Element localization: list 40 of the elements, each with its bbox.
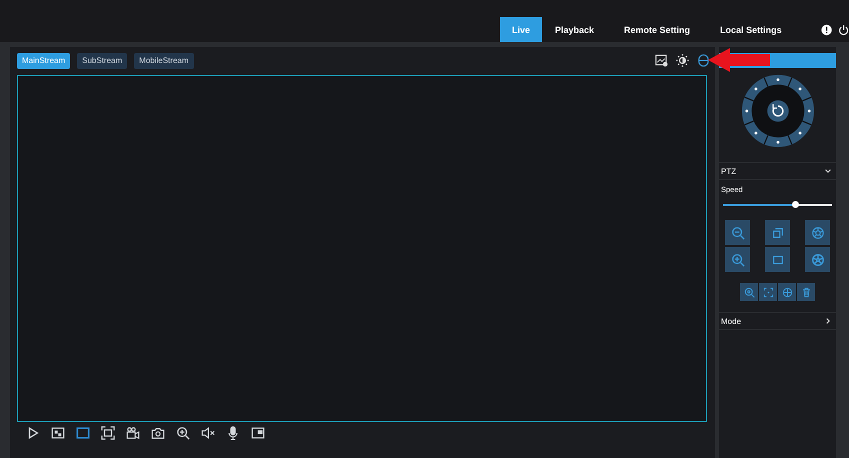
play-icon[interactable] (26, 426, 40, 440)
zoom-out-icon (730, 226, 744, 240)
slider-thumb[interactable] (792, 201, 799, 208)
iris-close-button[interactable] (805, 247, 830, 272)
power-icon[interactable] (838, 24, 849, 36)
mute-icon[interactable] (201, 426, 215, 440)
aperture-icon (810, 226, 824, 240)
alert-icon[interactable] (820, 24, 832, 36)
zoom-in-icon (730, 252, 744, 266)
pip-icon[interactable] (251, 426, 265, 440)
ptz-section-header[interactable]: PTZ (719, 162, 836, 180)
stream-button[interactable]: MobileStream (134, 52, 194, 68)
aperture-icon (810, 252, 824, 266)
zoom-in-button[interactable] (725, 247, 750, 272)
focus-near-button[interactable] (765, 247, 790, 272)
fullscreen-icon[interactable] (101, 426, 115, 440)
square-icon[interactable] (76, 426, 90, 440)
arrow-annotation (708, 48, 770, 72)
nav-tab[interactable]: Remote Setting (611, 17, 704, 42)
image-settings-icon[interactable] (655, 54, 668, 67)
nav-tab[interactable]: Local Settings (707, 17, 795, 42)
record-icon[interactable] (126, 426, 140, 440)
dome-camera-icon[interactable] (697, 54, 710, 67)
trash-icon[interactable] (797, 283, 815, 301)
crosshair-icon[interactable] (778, 283, 796, 301)
zoom-out-button[interactable] (725, 220, 750, 245)
window-icon[interactable] (51, 426, 65, 440)
focus-far-button[interactable] (765, 220, 790, 245)
overlapping-squares-icon (770, 226, 784, 240)
stream-button[interactable]: SubStream (77, 52, 128, 68)
brightness-icon[interactable] (676, 54, 689, 67)
mode-section-header[interactable]: Mode (719, 312, 836, 330)
mic-icon[interactable] (226, 426, 240, 440)
snapshot-icon[interactable] (151, 426, 165, 440)
zoom-icon[interactable] (176, 426, 190, 440)
iris-open-button[interactable] (805, 220, 830, 245)
nav-tab[interactable]: Playback (542, 17, 608, 42)
focus-frame-icon[interactable] (759, 283, 777, 301)
chevron-icon (824, 167, 832, 175)
chevron-icon (824, 317, 832, 325)
